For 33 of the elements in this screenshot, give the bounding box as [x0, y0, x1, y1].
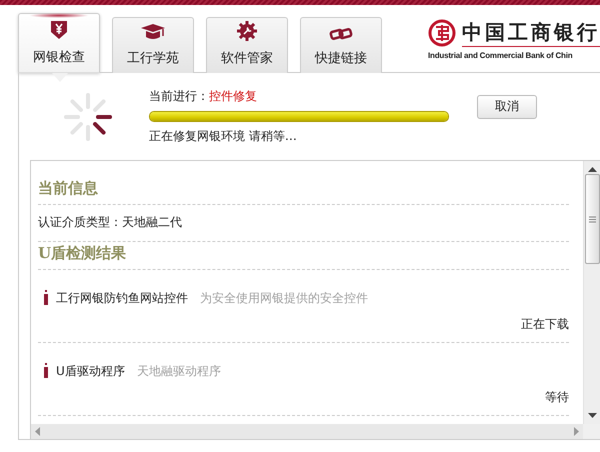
- tab[interactable]: 快捷链接: [300, 17, 382, 73]
- gear-icon: [237, 21, 257, 41]
- scrollbar-corner: [583, 424, 600, 439]
- status-text: 正在修复网银环境 请稍等…: [149, 128, 298, 145]
- component-description: 为安全使用网银提供的安全控件: [200, 290, 368, 307]
- info-icon: [44, 292, 48, 305]
- horizontal-scrollbar[interactable]: [31, 424, 583, 439]
- tab[interactable]: 软件管家: [206, 17, 288, 73]
- bank-english-name: Industrial and Commercial Bank of Chin: [428, 51, 574, 60]
- info-text: 认证介质类型：天地融二代: [38, 215, 182, 229]
- section-title: 当前信息: [38, 177, 569, 205]
- info-icon: [44, 365, 48, 378]
- shield-icon: [50, 20, 68, 40]
- spinner-icon: [63, 92, 113, 142]
- component-status: 等待: [545, 389, 569, 406]
- graduation-cap-icon: [140, 23, 166, 41]
- section-title: U盾检测结果: [38, 242, 569, 270]
- component-name: U盾驱动程序: [56, 363, 125, 380]
- scroll-up-icon: [588, 167, 596, 172]
- scrollbar-thumb[interactable]: [584, 174, 600, 264]
- bank-name: 中国工商银行: [462, 19, 600, 47]
- scroll-left-icon: [35, 427, 40, 436]
- component-status: 正在下载: [521, 316, 569, 333]
- component-description: 天地融驱动程序: [136, 363, 221, 380]
- link-icon: [329, 27, 353, 41]
- scroll-down-icon: [588, 413, 596, 418]
- cancel-button[interactable]: 取消: [477, 94, 537, 118]
- tab[interactable]: 工行学苑: [112, 17, 194, 73]
- scroll-right-icon: [574, 427, 579, 436]
- component-name: 工行网银防钓鱼网站控件: [56, 290, 188, 307]
- vertical-scrollbar[interactable]: [583, 161, 600, 424]
- current-task-label: 当前进行：控件修复: [149, 88, 258, 105]
- logo-icon: [428, 19, 456, 47]
